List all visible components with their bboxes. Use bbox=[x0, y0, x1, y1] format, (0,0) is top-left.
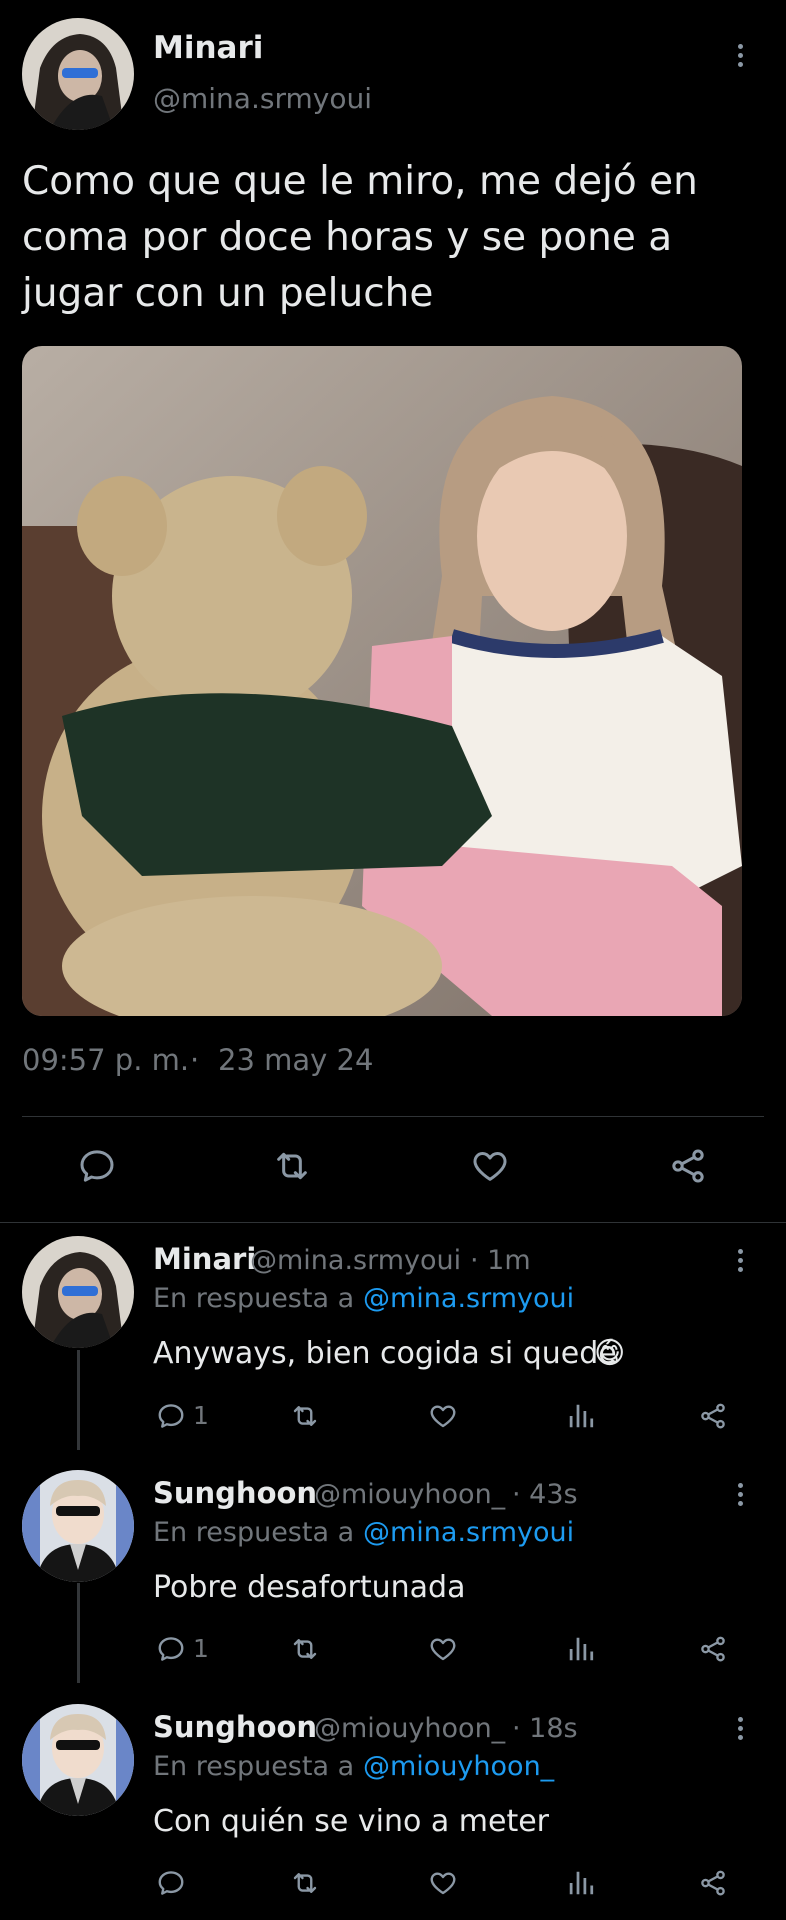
views-icon[interactable] bbox=[566, 1634, 596, 1664]
author-name[interactable]: Sunghoon bbox=[153, 1476, 317, 1510]
share-icon[interactable] bbox=[698, 1634, 728, 1664]
reply-time[interactable]: · 43s bbox=[512, 1479, 578, 1510]
retweet-icon[interactable] bbox=[290, 1868, 320, 1898]
reply-time[interactable]: · 18s bbox=[512, 1713, 578, 1744]
reply-text: Pobre desafortunada bbox=[153, 1570, 466, 1605]
author-name[interactable]: Minari bbox=[153, 30, 263, 66]
like-icon[interactable] bbox=[428, 1634, 458, 1664]
avatar[interactable] bbox=[22, 1470, 134, 1582]
author-handle[interactable]: @miouyhoon_ bbox=[314, 1713, 505, 1744]
share-icon[interactable] bbox=[668, 1146, 708, 1186]
avatar[interactable] bbox=[22, 18, 134, 130]
reply-to-link[interactable]: @mina.srmyoui bbox=[363, 1517, 574, 1548]
reply-icon[interactable] bbox=[156, 1868, 186, 1898]
tweet-date[interactable]: 23 may 24 bbox=[218, 1043, 373, 1077]
reply-time[interactable]: · 1m bbox=[470, 1245, 531, 1276]
thread-line bbox=[77, 1350, 80, 1450]
tweet-time[interactable]: 09:57 p. m. bbox=[22, 1043, 189, 1077]
more-icon[interactable] bbox=[730, 1240, 750, 1280]
reply-text: Con quién se vino a meter bbox=[153, 1804, 550, 1839]
share-icon[interactable] bbox=[698, 1401, 728, 1431]
tweet-photo[interactable] bbox=[22, 346, 742, 1016]
author-handle[interactable]: @miouyhoon_ bbox=[314, 1479, 505, 1510]
retweet-icon[interactable] bbox=[290, 1634, 320, 1664]
avatar[interactable] bbox=[22, 1236, 134, 1348]
reply-to-link[interactable]: @miouyhoon_ bbox=[363, 1751, 554, 1782]
retweet-icon[interactable] bbox=[290, 1401, 320, 1431]
reply-icon[interactable] bbox=[77, 1146, 117, 1186]
tweet-text: Como que que le miro, me dejó en coma po… bbox=[22, 159, 698, 316]
more-icon[interactable] bbox=[730, 1708, 750, 1748]
reply-emoji: 😋 bbox=[594, 1336, 626, 1371]
divider bbox=[0, 1222, 786, 1223]
reply-icon[interactable] bbox=[156, 1401, 186, 1431]
like-icon[interactable] bbox=[470, 1146, 510, 1186]
reply-count: 1 bbox=[193, 1401, 209, 1430]
avatar[interactable] bbox=[22, 1704, 134, 1816]
author-handle[interactable]: @mina.srmyoui bbox=[250, 1245, 461, 1276]
author-name[interactable]: Minari bbox=[153, 1242, 256, 1276]
reply-context: En respuesta a bbox=[153, 1517, 355, 1548]
views-icon[interactable] bbox=[566, 1868, 596, 1898]
reply-icon[interactable] bbox=[156, 1634, 186, 1664]
like-icon[interactable] bbox=[428, 1401, 458, 1431]
reply-to-link[interactable]: @mina.srmyoui bbox=[363, 1283, 574, 1314]
reply-count: 1 bbox=[193, 1634, 209, 1663]
reply-context: En respuesta a bbox=[153, 1751, 355, 1782]
more-icon[interactable] bbox=[730, 35, 750, 75]
retweet-icon[interactable] bbox=[272, 1146, 312, 1186]
reply-text: Anyways, bien cogida si quedé bbox=[153, 1336, 617, 1371]
share-icon[interactable] bbox=[698, 1868, 728, 1898]
views-icon[interactable] bbox=[566, 1401, 596, 1431]
more-icon[interactable] bbox=[730, 1474, 750, 1514]
author-handle[interactable]: @mina.srmyoui bbox=[153, 82, 372, 115]
like-icon[interactable] bbox=[428, 1868, 458, 1898]
thread-line bbox=[77, 1583, 80, 1683]
divider bbox=[22, 1116, 764, 1117]
author-name[interactable]: Sunghoon bbox=[153, 1710, 317, 1744]
reply-context: En respuesta a bbox=[153, 1283, 355, 1314]
meta-separator: · bbox=[190, 1043, 200, 1077]
